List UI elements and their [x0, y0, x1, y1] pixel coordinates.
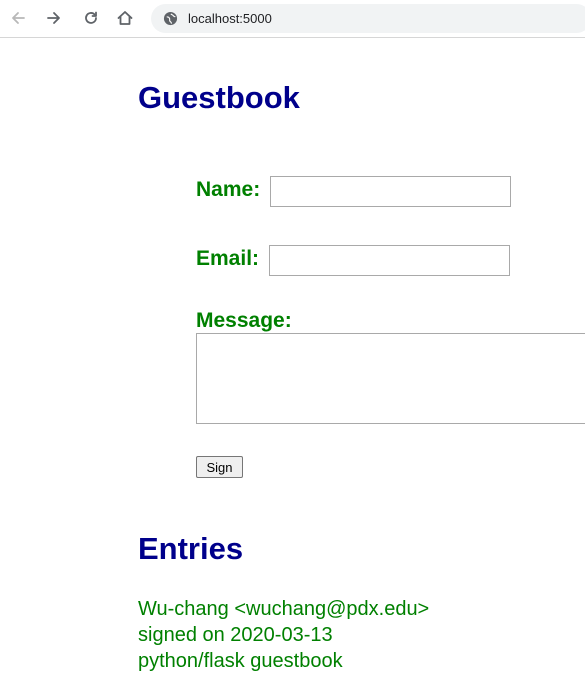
reload-icon	[85, 11, 97, 24]
message-label: Message:	[196, 309, 292, 332]
home-icon	[117, 11, 133, 25]
name-label: Name:	[196, 178, 261, 201]
entry-author: Wu-chang <wuchang@pdx.edu>	[138, 598, 430, 620]
entries-heading: Entries	[138, 531, 244, 566]
site-info-icon[interactable]	[163, 11, 178, 26]
url-text[interactable]: localhost:5000	[188, 10, 272, 27]
email-input[interactable]	[269, 245, 510, 276]
entry-date: signed on 2020-03-13	[138, 624, 333, 646]
browser-toolbar: localhost:5000	[0, 0, 585, 38]
home-button[interactable]	[113, 6, 137, 30]
forward-button[interactable]	[42, 6, 66, 30]
back-button[interactable]	[6, 6, 30, 30]
arrow-right-icon	[47, 12, 60, 24]
message-textarea[interactable]	[196, 333, 585, 424]
entry-message: python/flask guestbook	[138, 650, 343, 672]
reload-button[interactable]	[79, 6, 103, 30]
email-label: Email:	[196, 247, 260, 270]
page-content: Guestbook Name: Email: Message: Sign Ent…	[0, 38, 585, 684]
address-bar[interactable]: localhost:5000	[151, 4, 585, 33]
arrow-left-icon	[12, 12, 25, 24]
page-title: Guestbook	[138, 80, 300, 115]
sign-button[interactable]: Sign	[196, 456, 243, 478]
name-input[interactable]	[270, 176, 511, 207]
